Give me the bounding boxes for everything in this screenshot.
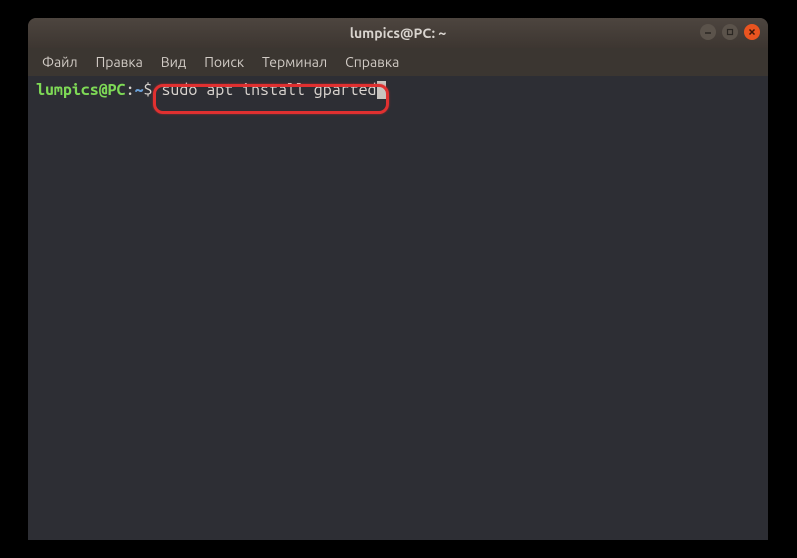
prompt-path: ~ bbox=[135, 80, 144, 101]
terminal-line: lumpics@PC:~$ sudo apt install gparted bbox=[36, 80, 760, 101]
prompt-dollar: $ bbox=[144, 80, 162, 101]
menu-file[interactable]: Файл bbox=[34, 52, 86, 72]
menu-bar: Файл Правка Вид Поиск Терминал Справка bbox=[28, 48, 768, 76]
menu-search[interactable]: Поиск bbox=[196, 52, 252, 72]
title-bar[interactable]: lumpics@PC: ~ bbox=[28, 18, 768, 48]
menu-view[interactable]: Вид bbox=[153, 52, 194, 72]
menu-terminal[interactable]: Терминал bbox=[254, 52, 335, 72]
minimize-button[interactable] bbox=[700, 24, 716, 40]
menu-edit[interactable]: Правка bbox=[88, 52, 151, 72]
cursor-icon bbox=[377, 81, 386, 99]
window-title: lumpics@PC: ~ bbox=[350, 25, 447, 41]
window-controls bbox=[700, 24, 760, 40]
maximize-button[interactable] bbox=[722, 24, 738, 40]
prompt-user: lumpics@PC bbox=[36, 80, 126, 101]
menu-help[interactable]: Справка bbox=[337, 52, 407, 72]
close-button[interactable] bbox=[744, 24, 760, 40]
command-text: sudo apt install gparted bbox=[161, 80, 376, 101]
terminal-body[interactable]: lumpics@PC:~$ sudo apt install gparted bbox=[28, 76, 768, 540]
prompt-colon: : bbox=[126, 80, 135, 101]
terminal-window: lumpics@PC: ~ Файл Правка Вид Поиск Терм… bbox=[28, 18, 768, 540]
